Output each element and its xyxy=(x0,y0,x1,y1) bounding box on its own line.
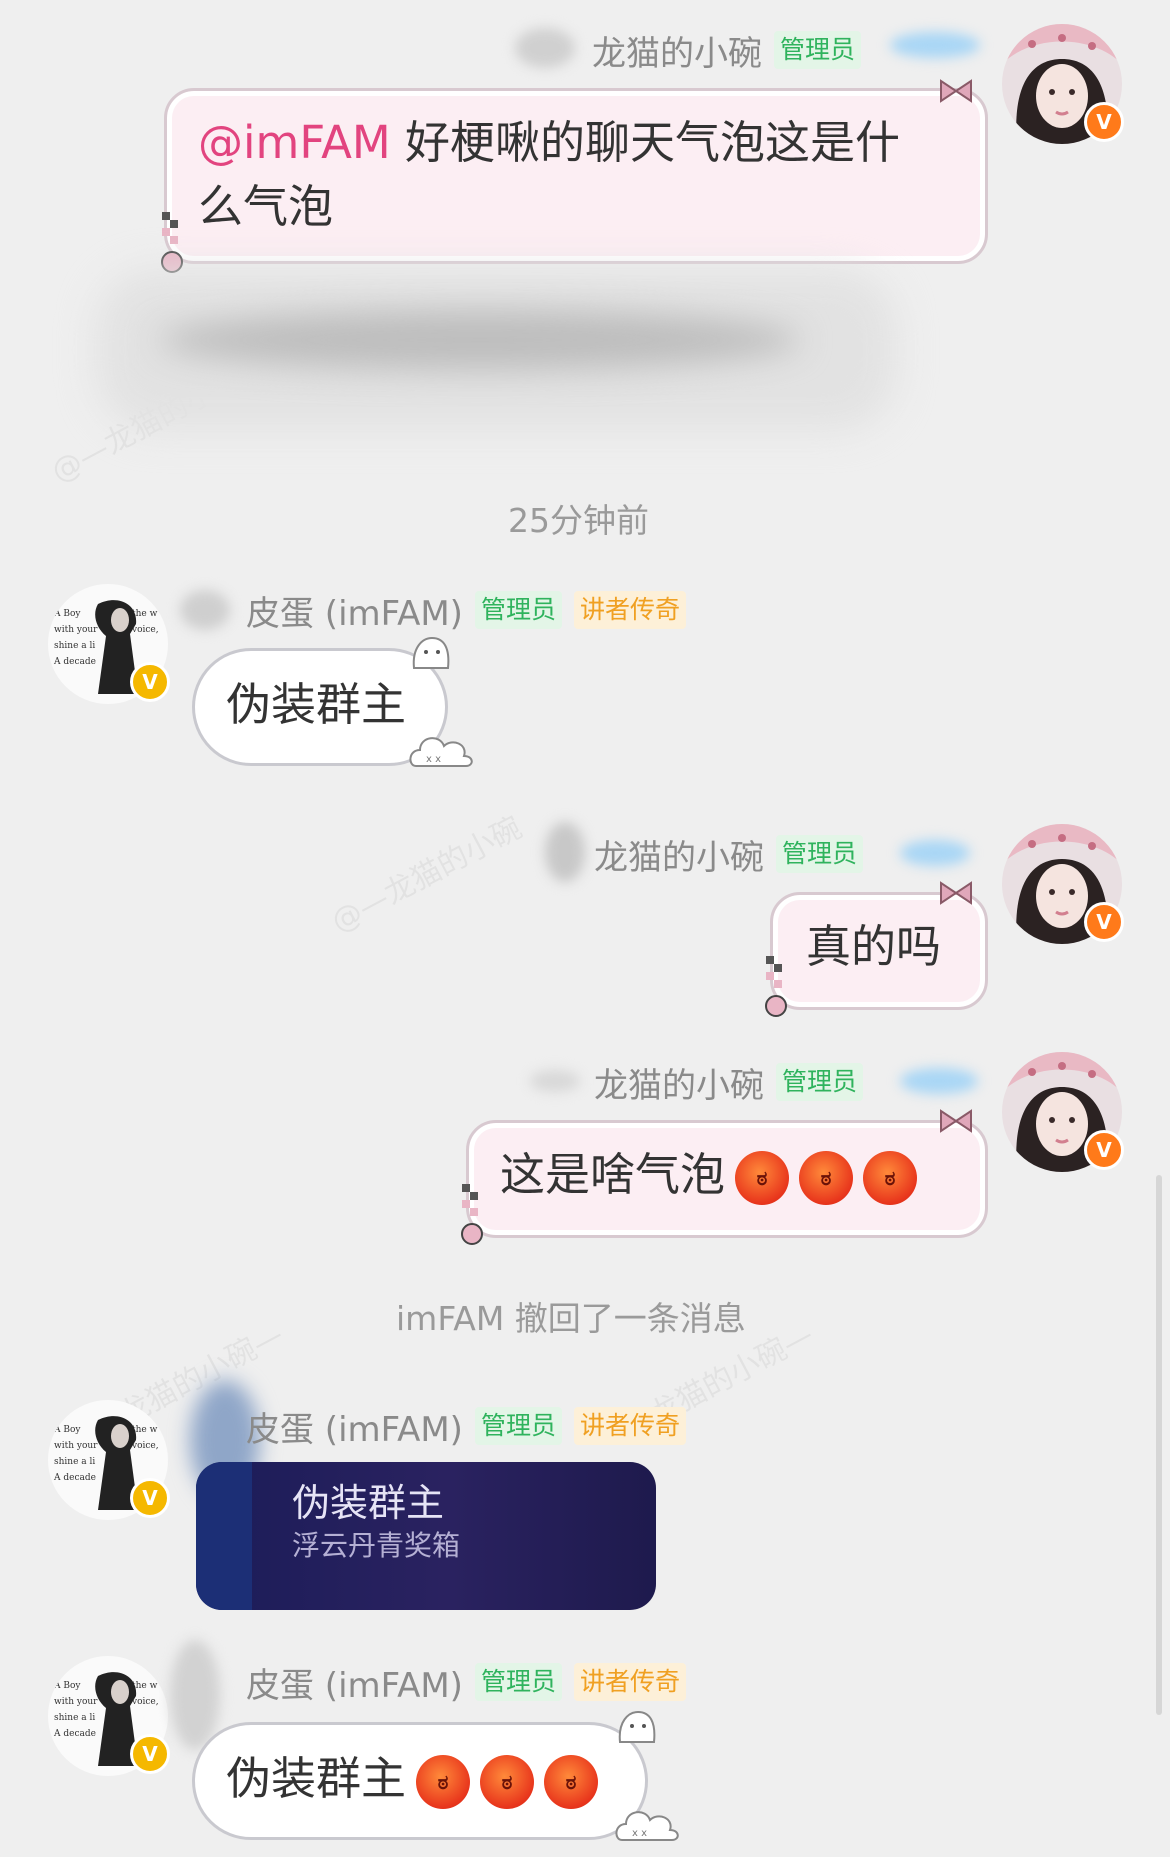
blurred-text xyxy=(180,590,230,630)
bow-icon xyxy=(940,881,972,905)
svg-text:with your: with your xyxy=(54,625,98,635)
blurred-text xyxy=(170,1640,220,1750)
sender-row-other: 皮蛋 (imFAM) 管理员 讲者传奇 xyxy=(246,1658,686,1707)
avatar-me[interactable]: V xyxy=(1002,1052,1124,1172)
verified-v-icon: V xyxy=(1084,902,1124,942)
sender-name[interactable]: 龙猫的小碗 xyxy=(594,1058,764,1107)
verified-v-icon: V xyxy=(130,1478,170,1518)
blurred-content xyxy=(160,310,800,370)
sender-name[interactable]: 皮蛋 (imFAM) xyxy=(246,1402,463,1451)
angry-face-emoji: ಠ xyxy=(863,1151,918,1205)
timestamp: 25分钟前 xyxy=(508,501,649,540)
avatar-me[interactable]: V xyxy=(1002,824,1124,944)
sender-row-other: 皮蛋 (imFAM) 管理员 讲者传奇 xyxy=(246,586,686,635)
ghost-cat-icon xyxy=(618,1710,656,1743)
gift-card-message[interactable]: 伪装群主 浮云丹青奖箱 xyxy=(196,1462,656,1610)
mention-link[interactable]: @imFAM xyxy=(198,116,391,169)
svg-text:x x: x x xyxy=(632,1828,647,1839)
avatar-other[interactable]: A Boy with your shine a li A decade the w voi… xyxy=(48,1656,170,1776)
checker-pixel-icon xyxy=(161,212,183,273)
admin-tag: 管理员 xyxy=(474,591,562,629)
verified-v-icon: V xyxy=(130,662,170,702)
admin-tag: 管理员 xyxy=(474,1407,562,1445)
legend-tag: 讲者传奇 xyxy=(573,1663,686,1701)
angry-face-emoji: ಠ xyxy=(799,1151,854,1205)
blurred-text xyxy=(545,822,585,882)
message-text: @imFAM 好梗啾的聊天气泡这是什 xyxy=(198,116,901,169)
sender-name[interactable]: 皮蛋 (imFAM) xyxy=(246,586,463,635)
cloud-face-icon: x x xyxy=(615,1811,679,1841)
sender-row-me: 龙猫的小碗 管理员 xyxy=(594,1058,864,1107)
verified-v-icon: V xyxy=(1084,1130,1124,1170)
sender-row-me: 龙猫的小碗 管理员 xyxy=(594,830,864,879)
card-title: 伪装群主 xyxy=(292,1481,445,1525)
svg-text:A Boy: A Boy xyxy=(53,1425,81,1435)
admin-tag: 管理员 xyxy=(774,31,862,69)
checker-pixel-icon xyxy=(765,956,787,1017)
angry-face-emoji: ಠ xyxy=(480,1755,535,1809)
legend-tag: 讲者传奇 xyxy=(573,591,686,629)
ghost-cat-icon xyxy=(412,636,450,669)
avatar-me[interactable]: V xyxy=(1002,24,1124,144)
svg-text:voice,: voice, xyxy=(131,1697,159,1707)
card-subtitle: 浮云丹青奖箱 xyxy=(292,1529,461,1562)
blurred-badge xyxy=(890,32,980,58)
card-accent-bar xyxy=(196,1462,252,1610)
recall-notice: imFAM 撤回了一条消息 xyxy=(396,1299,746,1338)
blurred-badge xyxy=(900,1068,978,1094)
admin-tag: 管理员 xyxy=(776,1063,864,1101)
bow-icon xyxy=(940,1109,972,1133)
svg-text:A Boy: A Boy xyxy=(53,1681,81,1691)
sender-name[interactable]: 龙猫的小碗 xyxy=(594,830,764,879)
angry-face-emoji: ಠ xyxy=(735,1151,790,1205)
scrollbar[interactable] xyxy=(1156,1175,1162,1715)
message-text: 这是啥气泡 ಠ ಠ ಠ xyxy=(500,1146,918,1205)
svg-text:shine a li: shine a li xyxy=(54,641,95,651)
message-text: 伪装群主 xyxy=(226,678,407,731)
sender-row-other: 皮蛋 (imFAM) 管理员 讲者传奇 xyxy=(246,1402,686,1451)
message-text: 伪装群主 ಠ ಠ ಠ xyxy=(226,1750,599,1809)
svg-text:A Boy: A Boy xyxy=(53,609,81,619)
svg-text:voice,: voice, xyxy=(131,1441,159,1451)
svg-text:shine a li: shine a li xyxy=(54,1457,95,1467)
blurred-text xyxy=(515,28,575,68)
svg-text:A decade: A decade xyxy=(53,1473,96,1483)
message-text: 真的吗 xyxy=(806,920,942,973)
angry-face-emoji: ಠ xyxy=(416,1755,471,1809)
cloud-face-icon: x x xyxy=(409,737,473,767)
admin-tag: 管理员 xyxy=(776,835,864,873)
bow-icon xyxy=(940,79,972,103)
svg-text:voice,: voice, xyxy=(131,625,159,635)
svg-text:with your: with your xyxy=(54,1441,98,1451)
message-text: 么气泡 xyxy=(198,180,334,233)
svg-text:A decade: A decade xyxy=(53,1729,96,1739)
angry-face-emoji: ಠ xyxy=(544,1755,599,1809)
svg-text:x x: x x xyxy=(426,754,441,765)
sender-row-me: 龙猫的小碗 管理员 xyxy=(592,26,862,75)
sender-name[interactable]: 皮蛋 (imFAM) xyxy=(246,1658,463,1707)
admin-tag: 管理员 xyxy=(474,1663,562,1701)
avatar-other[interactable]: A Boy with your shine a li A decade the w voi… xyxy=(48,1400,170,1520)
blurred-badge xyxy=(900,840,970,866)
blurred-text xyxy=(530,1070,580,1092)
watermark: @—龙猫的小碗 xyxy=(325,810,528,940)
checker-pixel-icon xyxy=(461,1184,483,1245)
sender-name[interactable]: 龙猫的小碗 xyxy=(592,26,762,75)
verified-v-icon: V xyxy=(130,1734,170,1774)
verified-v-icon: V xyxy=(1084,102,1124,142)
legend-tag: 讲者传奇 xyxy=(573,1407,686,1445)
avatar-other[interactable]: A Boy with your shine a li A decade the w voi… xyxy=(48,584,170,704)
svg-text:shine a li: shine a li xyxy=(54,1713,95,1723)
svg-text:with your: with your xyxy=(54,1697,98,1707)
svg-text:A decade: A decade xyxy=(53,657,96,667)
